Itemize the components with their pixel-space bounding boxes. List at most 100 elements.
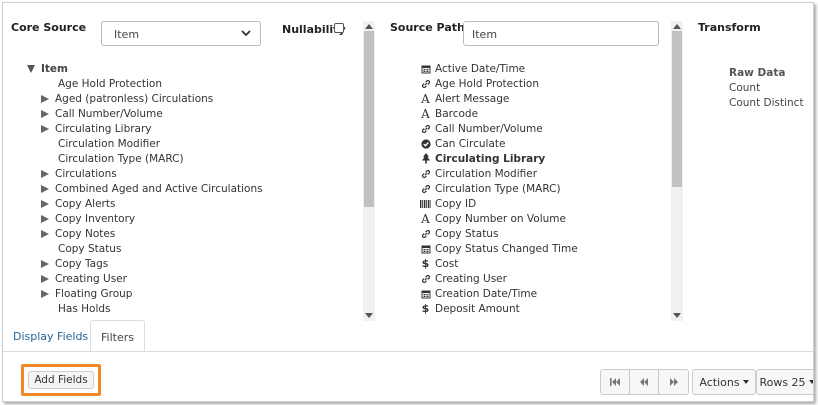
source-field-item[interactable]: Circulation Modifier — [419, 166, 669, 181]
source-field-item[interactable]: Call Number/Volume — [419, 121, 669, 136]
source-field-item[interactable]: A Barcode — [419, 106, 669, 121]
tree-root-item[interactable]: Item — [25, 61, 355, 76]
previous-page-button[interactable] — [630, 369, 659, 395]
tree-item-label: Copy Notes — [55, 227, 116, 240]
tree-item[interactable]: Age Hold Protection — [25, 76, 355, 91]
barcode-icon — [419, 199, 432, 209]
collapsed-caret-icon[interactable] — [41, 199, 49, 208]
scroll-thumb[interactable] — [672, 31, 682, 187]
source-path-field-list: Active Date/Time Age Hold Protection A Aler… — [419, 61, 669, 314]
core-source-select[interactable]: Item — [101, 21, 261, 46]
collapsed-caret-icon[interactable] — [41, 124, 49, 133]
transform-item[interactable]: Count Distinct — [729, 97, 804, 112]
transform-list: Raw Data Count Count Distinct — [729, 67, 804, 112]
collapsed-caret-icon[interactable] — [41, 259, 49, 268]
source-field-item[interactable]: Copy Status — [419, 226, 669, 241]
tabs-divider — [3, 351, 813, 352]
tree-item[interactable]: Floating Group — [25, 286, 355, 301]
collapsed-caret-icon[interactable] — [41, 214, 49, 223]
source-field-item[interactable]: Copy Status Changed Time — [419, 241, 669, 256]
add-fields-button[interactable]: Add Fields — [28, 371, 94, 389]
link-icon — [419, 274, 432, 284]
collapsed-caret-icon[interactable] — [41, 289, 49, 298]
tree-item[interactable]: Combined Aged and Active Circulations — [25, 181, 355, 196]
rows-per-page-dropdown[interactable]: Rows 25 — [756, 369, 813, 395]
source-field-label: Barcode — [435, 107, 479, 120]
source-field-item[interactable]: Circulation Type (MARC) — [419, 181, 669, 196]
scroll-up-icon[interactable] — [365, 24, 373, 29]
next-page-icon — [669, 378, 678, 386]
core-tree-scrollbar[interactable] — [363, 21, 375, 321]
next-page-button[interactable] — [659, 369, 689, 395]
source-field-item[interactable]: Creation Date/Time — [419, 286, 669, 301]
source-path-label: Source Path — [390, 21, 465, 34]
tab-filters[interactable]: Filters — [90, 320, 145, 352]
source-field-item[interactable]: Circulating Library — [419, 151, 669, 166]
text-icon: A — [421, 91, 430, 106]
scroll-up-icon[interactable] — [673, 24, 681, 29]
scroll-down-icon[interactable] — [365, 313, 373, 318]
collapsed-caret-icon[interactable] — [41, 184, 49, 193]
tree-item[interactable]: Copy Tags — [25, 256, 355, 271]
source-field-item[interactable]: Creating User — [419, 271, 669, 286]
link-icon — [419, 169, 432, 179]
source-path-filter-input[interactable]: Item — [463, 21, 659, 46]
tree-item[interactable]: Copy Status — [25, 241, 355, 256]
source-field-label: Copy Status — [435, 227, 499, 240]
tree-item[interactable]: Copy Inventory — [25, 211, 355, 226]
tree-item-label: Copy Alerts — [55, 197, 116, 210]
tree-item[interactable]: Aged (patronless) Circulations — [25, 91, 355, 106]
source-field-item[interactable]: Active Date/Time — [419, 61, 669, 76]
tree-item[interactable]: Call Number/Volume — [25, 106, 355, 121]
tree-item[interactable]: Circulating Library — [25, 121, 355, 136]
transform-item[interactable]: Count — [729, 82, 804, 97]
first-page-button[interactable] — [600, 369, 630, 395]
source-field-item[interactable]: $ Cost — [419, 256, 669, 271]
tree-item[interactable]: Has Holds — [25, 301, 355, 315]
actions-dropdown[interactable]: Actions — [692, 369, 756, 395]
chevron-down-icon — [241, 30, 251, 37]
source-field-item[interactable]: A Copy Number on Volume — [419, 211, 669, 226]
link-icon — [419, 229, 432, 239]
tree-item-label: Copy Inventory — [55, 212, 136, 225]
collapsed-caret-icon[interactable] — [41, 109, 49, 118]
tree-item-label: Floating Group — [55, 287, 133, 300]
tree-item-label: Circulation Type (MARC) — [58, 152, 184, 165]
collapsed-caret-icon[interactable] — [41, 169, 49, 178]
core-source-value: Item — [114, 28, 140, 41]
tree-item[interactable]: Creating User — [25, 271, 355, 286]
tree-item[interactable]: Circulation Modifier — [25, 136, 355, 151]
tab-display-fields[interactable]: Display Fields — [3, 320, 98, 352]
tree-item-label: Aged (patronless) Circulations — [55, 92, 214, 105]
source-field-label: Creation Date/Time — [435, 287, 538, 300]
source-field-label: Creating User — [435, 272, 507, 285]
source-field-item[interactable]: A Alert Message — [419, 91, 669, 106]
expanded-caret-icon[interactable] — [27, 64, 35, 73]
tree-item[interactable]: Copy Notes — [25, 226, 355, 241]
source-field-label: Cost — [435, 257, 459, 270]
scroll-down-icon[interactable] — [673, 313, 681, 318]
scroll-thumb[interactable] — [364, 31, 374, 207]
nullability-checkbox[interactable] — [334, 23, 344, 33]
tree-item[interactable]: Circulation Type (MARC) — [25, 151, 355, 166]
calendar-icon — [419, 289, 432, 299]
tree-item[interactable]: Copy Alerts — [25, 196, 355, 211]
source-field-item[interactable]: Age Hold Protection — [419, 76, 669, 91]
tree-item-label: Copy Tags — [55, 257, 109, 270]
tree-item-label: Creating User — [55, 272, 127, 285]
collapsed-caret-icon[interactable] — [41, 274, 49, 283]
tree-root-label: Item — [41, 62, 68, 75]
tree-item[interactable]: Circulations — [25, 166, 355, 181]
core-source-label: Core Source — [11, 21, 87, 34]
source-field-item[interactable]: Copy ID — [419, 196, 669, 211]
text-icon: A — [421, 106, 430, 121]
source-field-item[interactable]: $ Deposit Amount — [419, 301, 669, 314]
collapsed-caret-icon[interactable] — [41, 229, 49, 238]
collapsed-caret-icon[interactable] — [41, 94, 49, 103]
tree-item-label: Has Holds — [58, 302, 111, 315]
tree-item-label: Circulating Library — [55, 122, 152, 135]
actions-label: Actions — [699, 375, 740, 389]
source-field-item[interactable]: Can Circulate — [419, 136, 669, 151]
source-field-label: Copy ID — [435, 197, 477, 210]
source-path-scrollbar[interactable] — [671, 21, 683, 321]
